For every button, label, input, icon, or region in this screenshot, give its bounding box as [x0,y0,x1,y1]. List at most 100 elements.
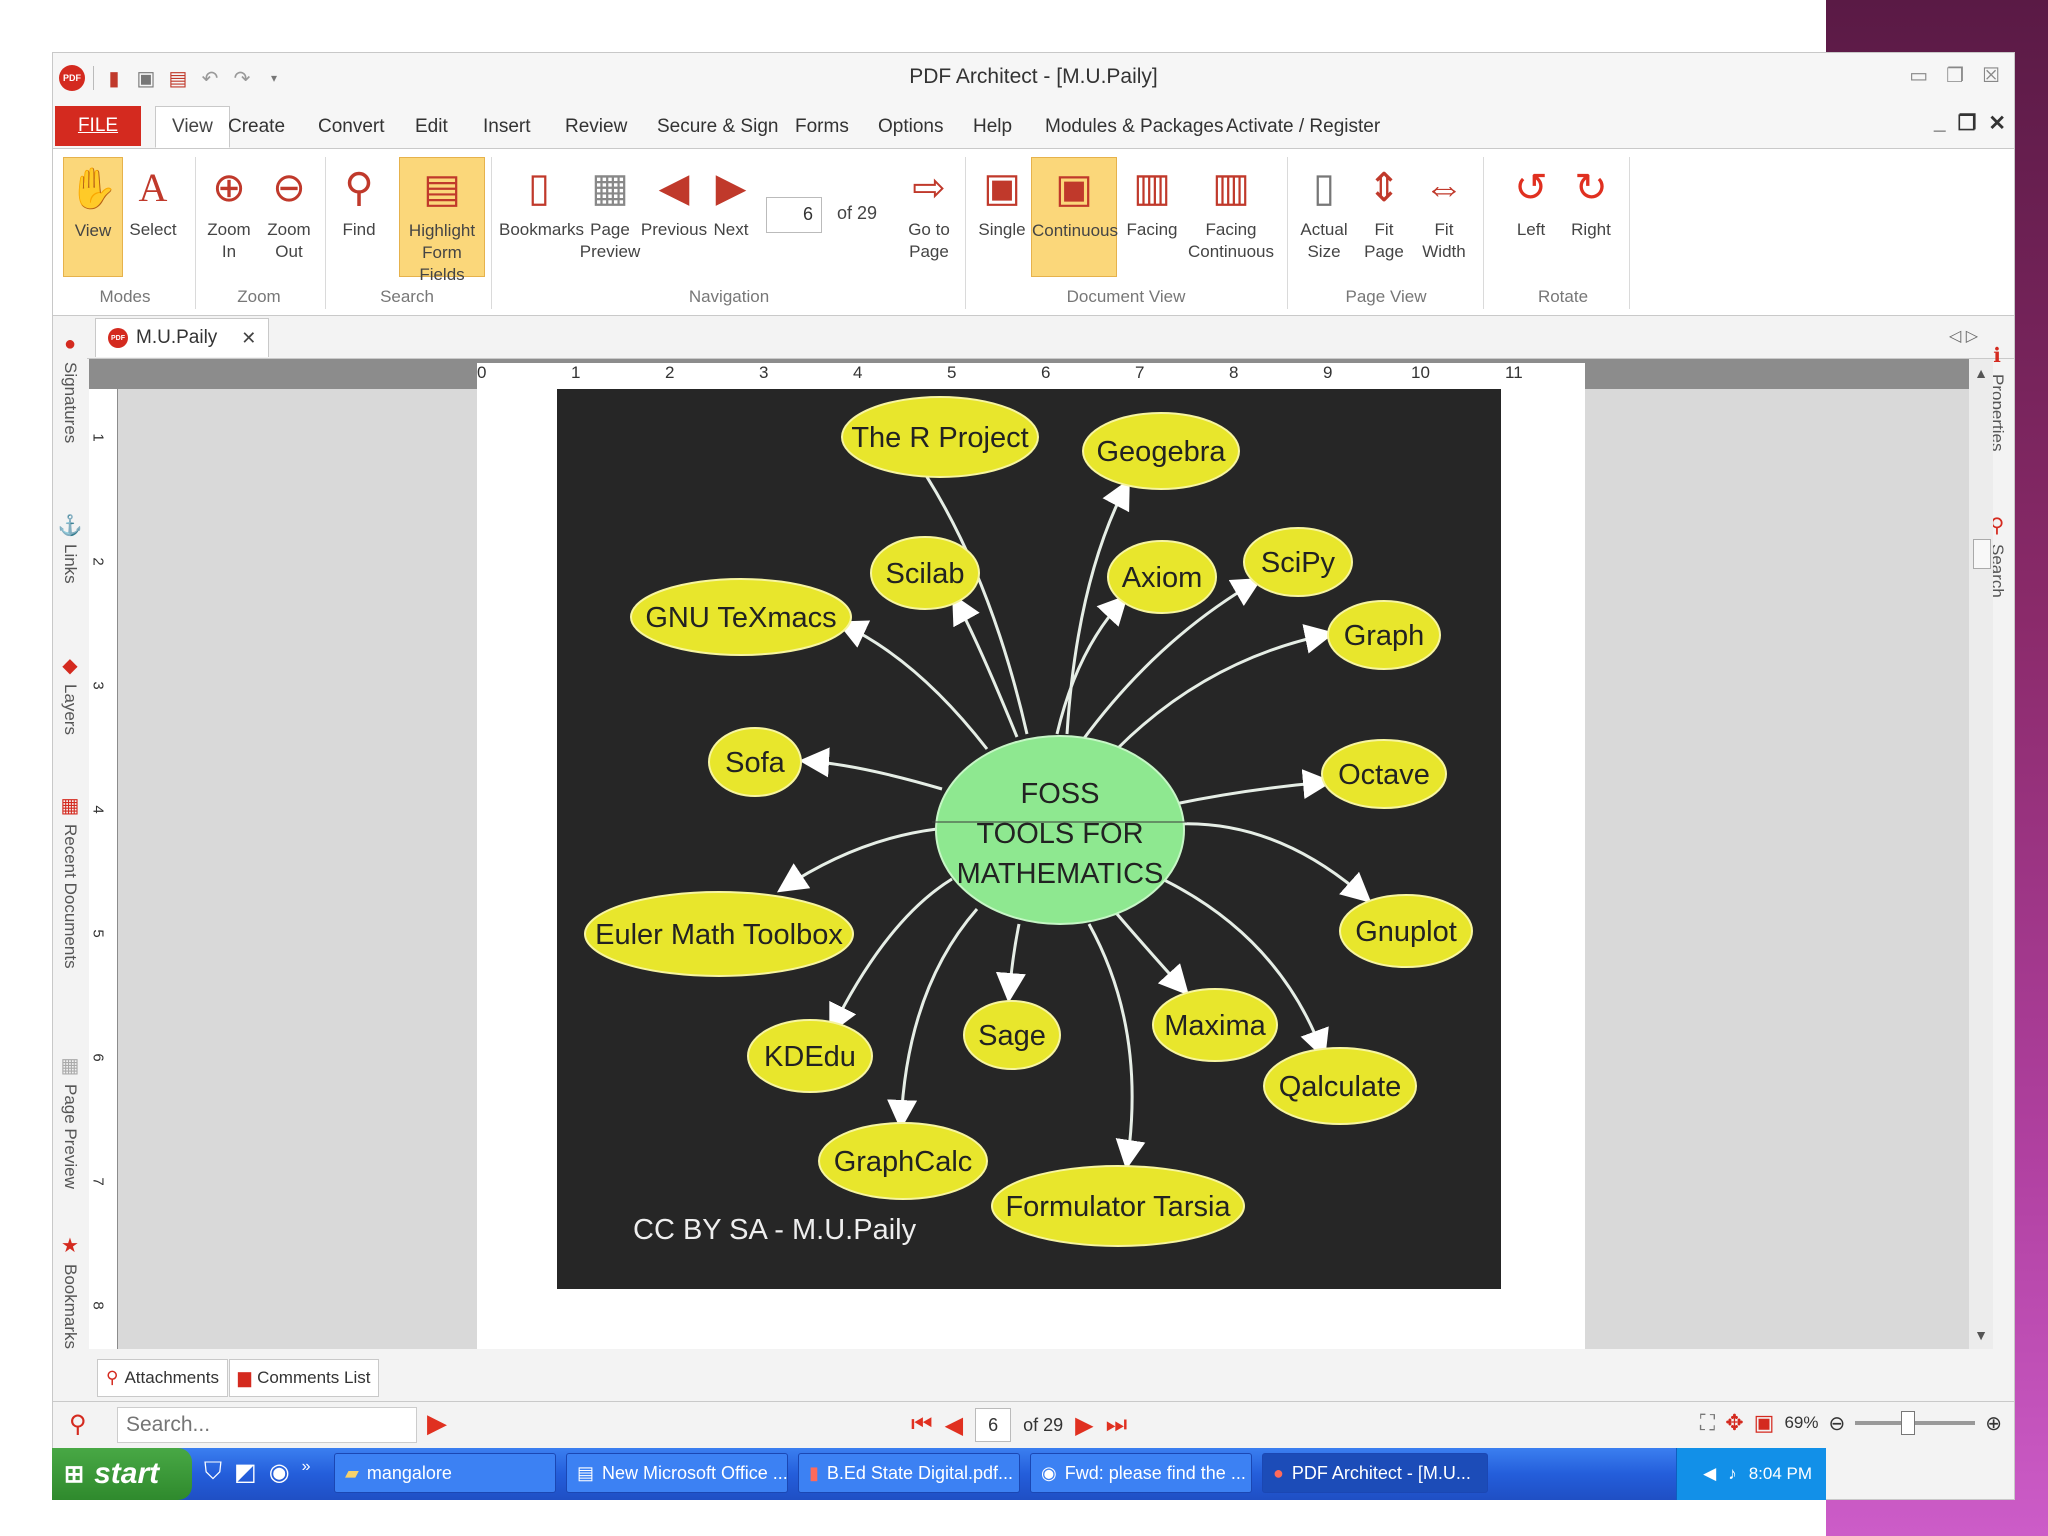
tab-modules-packages[interactable]: Modules & Packages [1045,107,1224,147]
actual-size-button[interactable]: ▯ Actual Size [1291,157,1357,277]
page-preview-button[interactable]: ▦ Page Preview [577,157,643,277]
zoom-in-icon[interactable]: ⊕ [1985,1411,2002,1436]
zoom-slider-knob[interactable] [1901,1411,1916,1435]
panel-tab-bookmarks[interactable]: ★ Bookmarks [53,1233,87,1349]
binoculars-icon[interactable]: ⚲ [69,1410,87,1439]
node-gnu-texmacs: GNU TeXmacs [645,602,836,634]
shield-icon[interactable]: ⛉ [204,1458,222,1487]
connector-arrow [1115,913,1190,996]
clock[interactable]: 8:04 PM [1749,1464,1812,1484]
zoom-out-button[interactable]: ⊖ Zoom Out [259,157,319,277]
tab-review[interactable]: Review [565,107,627,147]
pan-icon[interactable]: ✥ [1725,1410,1743,1436]
group-label-rotate: Rotate [1537,287,1589,306]
file-menu[interactable]: FILE [55,106,141,146]
rotate-right-button[interactable]: ↻ Right [1561,157,1621,277]
document-tab[interactable]: PDF M.U.Paily ✕ [95,318,270,357]
browser-icon[interactable]: ◉ [269,1458,290,1487]
rotate-left-label: Left [1516,220,1546,239]
tab-insert[interactable]: Insert [483,107,531,147]
minimize-icon[interactable]: ▭ [1909,63,1928,88]
bookmarks-button[interactable]: ▯ Bookmarks [499,157,584,277]
tab-activate-register[interactable]: Activate / Register [1226,107,1380,147]
system-tray: ◀ ♪ 8:04 PM [1676,1448,1826,1500]
tray-expand-icon[interactable]: ◀ [1703,1464,1716,1484]
task-new-office[interactable]: ▤ New Microsoft Office ... [566,1453,788,1493]
fit-icon[interactable]: ⛶ [1700,1410,1715,1436]
start-button[interactable]: ⊞ start [52,1448,192,1500]
horizontal-ruler: 0 1 2 3 4 5 6 7 8 9 10 11 [89,359,1969,389]
page-preview-label: Page Preview [579,220,641,261]
panel-tab-page-preview[interactable]: ▦ Page Preview [53,1053,87,1189]
tab-edit[interactable]: Edit [415,107,448,147]
view-mode-button[interactable]: ✋ View [63,157,123,277]
more-icon[interactable]: » [302,1458,311,1487]
group-label-search: Search [380,287,434,306]
zoom-in-label: Zoom In [207,220,251,261]
zoom-out-icon[interactable]: ⊖ [1828,1411,1845,1436]
single-page-button[interactable]: ▣ Single [969,157,1035,277]
app-icon[interactable]: ◩ [234,1458,257,1487]
facing-button[interactable]: ▥ Facing [1119,157,1185,277]
prev-page-icon[interactable]: ◀ [945,1411,963,1440]
task-label: mangalore [366,1462,452,1483]
task-mangalore[interactable]: ▰ mangalore [334,1453,556,1493]
select-mode-button[interactable]: A Select [123,157,183,277]
fit-width-button[interactable]: ⇔ Fit Width [1411,157,1477,277]
page-number-field[interactable]: 6 [975,1408,1012,1442]
search-input[interactable] [117,1407,417,1443]
doc-minimize-icon[interactable]: _ [1934,111,1946,136]
tab-forms[interactable]: Forms [795,107,849,147]
search-go-icon[interactable]: ▶ [427,1408,447,1439]
go-to-page-button[interactable]: ⇨ Go to Page [897,157,961,277]
actual-size-icon: ▯ [1312,166,1335,210]
fit-page-button[interactable]: ⇕ Fit Page [1351,157,1417,277]
tab-view[interactable]: View [155,106,230,148]
tab-scroll-arrows[interactable]: ◁ ▷ [1949,326,1978,346]
panel-tab-recent-documents[interactable]: ▦ Recent Documents [53,793,87,969]
next-page-icon: ▶ [715,166,747,210]
tab-secure-sign[interactable]: Secure & Sign [657,107,778,147]
comments-list-tab[interactable]: ▆ Comments List [229,1359,380,1397]
page-number-input[interactable]: 6 [766,197,822,233]
panel-tab-links[interactable]: ⚓ Links [53,513,87,584]
close-tab-icon[interactable]: ✕ [241,328,256,349]
tab-help[interactable]: Help [973,107,1012,147]
rotate-left-button[interactable]: ↺ Left [1501,157,1561,277]
zoom-in-button[interactable]: ⊕ Zoom In [199,157,259,277]
panel-tab-layers[interactable]: ◆ Layers [53,653,87,735]
volume-icon[interactable]: ♪ [1728,1464,1737,1484]
attachments-tab[interactable]: ⚲ Attachments [97,1359,228,1397]
highlight-form-fields-button[interactable]: ▤ Highlight Form Fields [399,157,485,284]
zoom-slider[interactable] [1855,1411,1976,1435]
next-page-button[interactable]: ▶ Next [703,157,759,277]
tab-create[interactable]: Create [228,107,285,147]
connector-arrow [836,620,989,750]
last-page-icon[interactable]: ⏭ [1106,1411,1128,1439]
scroll-thumb[interactable] [1973,539,1991,569]
document-viewer[interactable]: 0 1 2 3 4 5 6 7 8 9 10 11 1 2 3 4 5 6 7 … [89,359,1993,1349]
vertical-scrollbar[interactable]: ▲ ▼ [1969,359,1993,1349]
document-tab-label: M.U.Paily [136,327,218,348]
ruler-tick-label: 3 [759,363,769,382]
task-fwd-mail[interactable]: ◉ Fwd: please find the ... [1030,1453,1252,1493]
doc-close-icon[interactable]: ✕ [1988,111,2006,136]
facing-continuous-button[interactable]: ▥ Facing Continuous [1183,157,1279,277]
panel-tab-signatures[interactable]: ● Signatures [53,333,87,443]
restore-icon[interactable]: ❐ [1946,63,1964,88]
presentation-icon[interactable]: ▣ [1754,1410,1775,1436]
previous-page-button[interactable]: ◀ Previous [639,157,709,277]
doc-restore-icon[interactable]: ❐ [1958,111,1977,136]
task-bed-pdf[interactable]: ▮ B.Ed State Digital.pdf... [798,1453,1020,1493]
task-pdf-architect[interactable]: ● PDF Architect - [M.U... [1262,1453,1488,1493]
next-page-icon[interactable]: ▶ [1075,1411,1093,1440]
scroll-down-icon[interactable]: ▼ [1969,1327,1993,1343]
continuous-button[interactable]: ▣ Continuous [1031,157,1118,277]
tab-options[interactable]: Options [878,107,943,147]
first-page-icon[interactable]: ⏮ [911,1411,933,1439]
find-button[interactable]: ⚲ Find [329,157,389,277]
single-page-icon: ▣ [983,166,1021,210]
scroll-up-icon[interactable]: ▲ [1969,365,1993,381]
close-window-icon[interactable]: ☒ [1982,63,2000,88]
tab-convert[interactable]: Convert [318,107,385,147]
